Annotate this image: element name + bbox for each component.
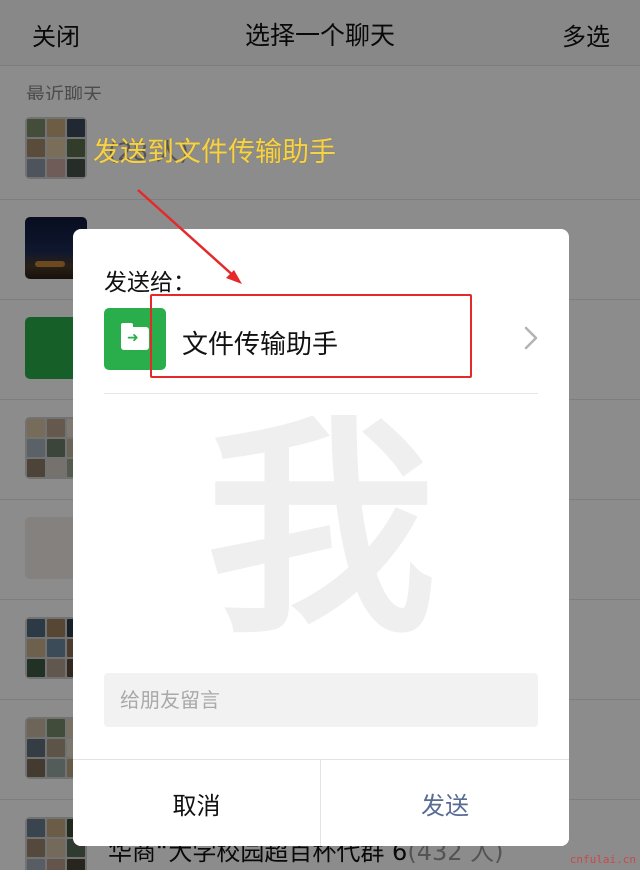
watermark: cnfulai.cn	[569, 853, 636, 866]
chevron-right-icon	[524, 326, 538, 350]
send-button[interactable]: 发送	[321, 760, 569, 846]
send-to-label: 发送给：	[104, 270, 196, 296]
divider	[104, 393, 538, 394]
annotation-caption: 发送到文件传输助手	[93, 137, 336, 168]
message-preview: 我	[73, 397, 569, 667]
dialog-actions: 取消 发送	[73, 759, 569, 846]
cancel-button[interactable]: 取消	[73, 760, 321, 846]
leave-message-input[interactable]	[104, 673, 538, 727]
annotation-highlight-box	[150, 294, 472, 378]
preview-character: 我	[205, 398, 436, 665]
